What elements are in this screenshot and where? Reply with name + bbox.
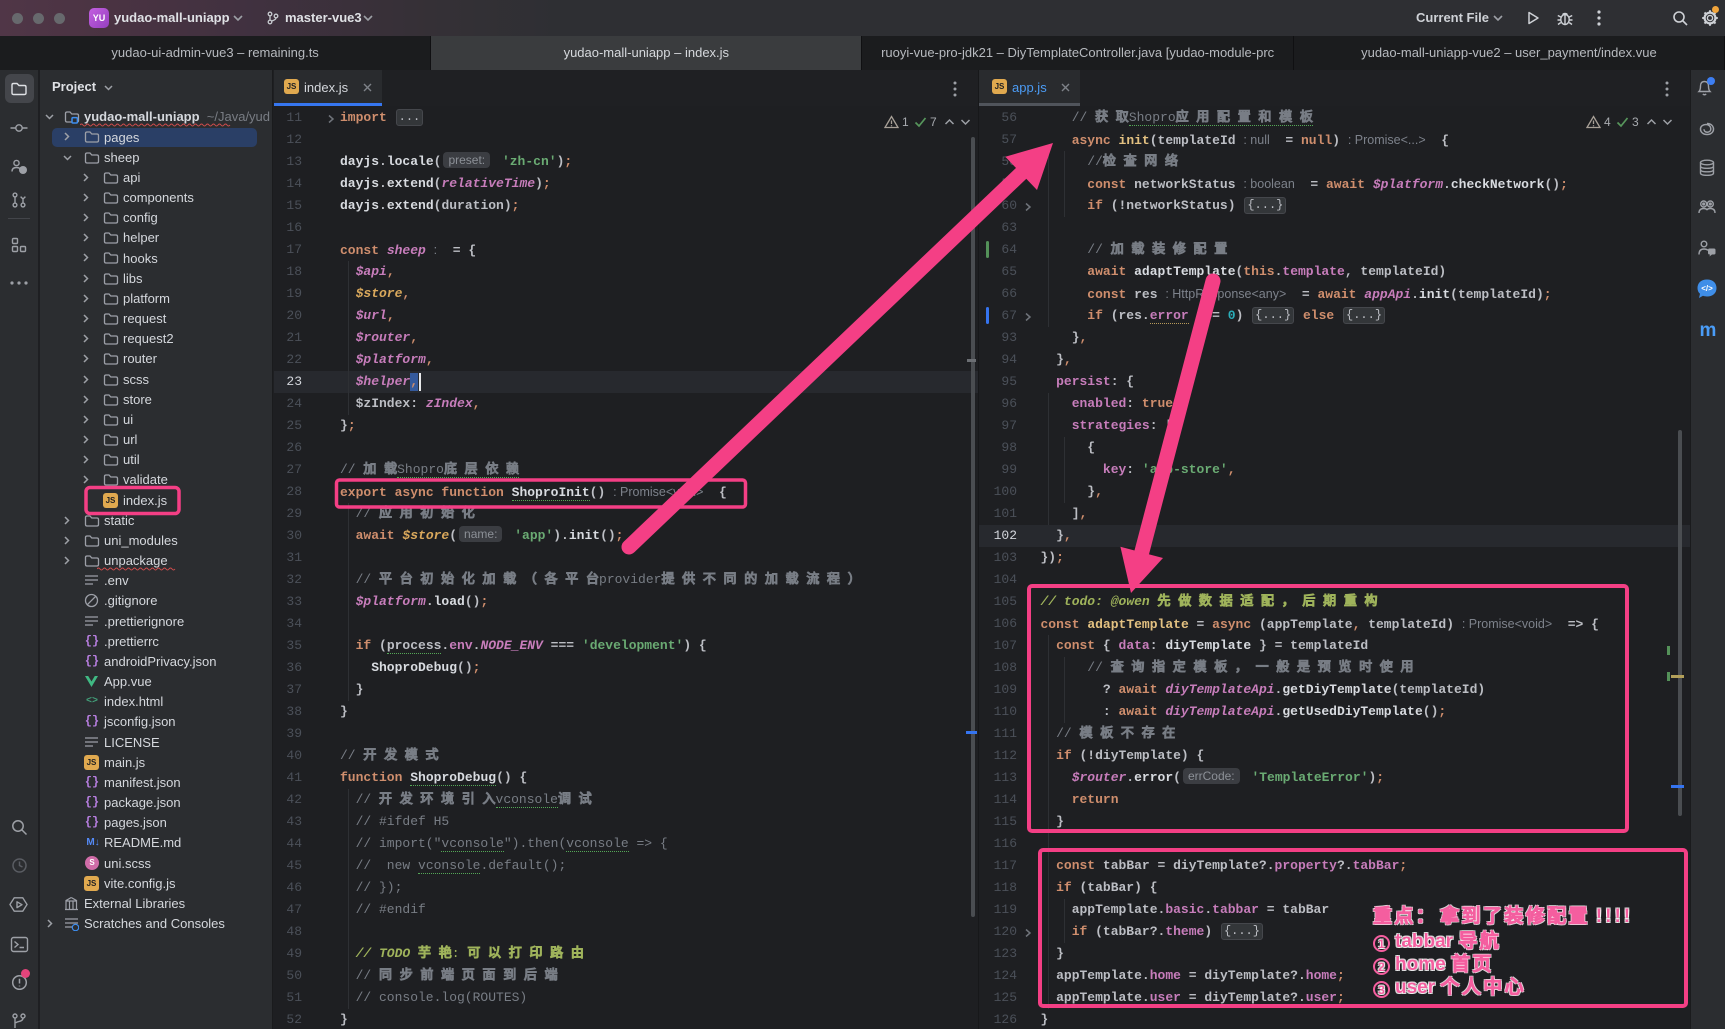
svg-text:</>: </> bbox=[1701, 284, 1713, 293]
svg-text:?: ? bbox=[21, 168, 25, 175]
